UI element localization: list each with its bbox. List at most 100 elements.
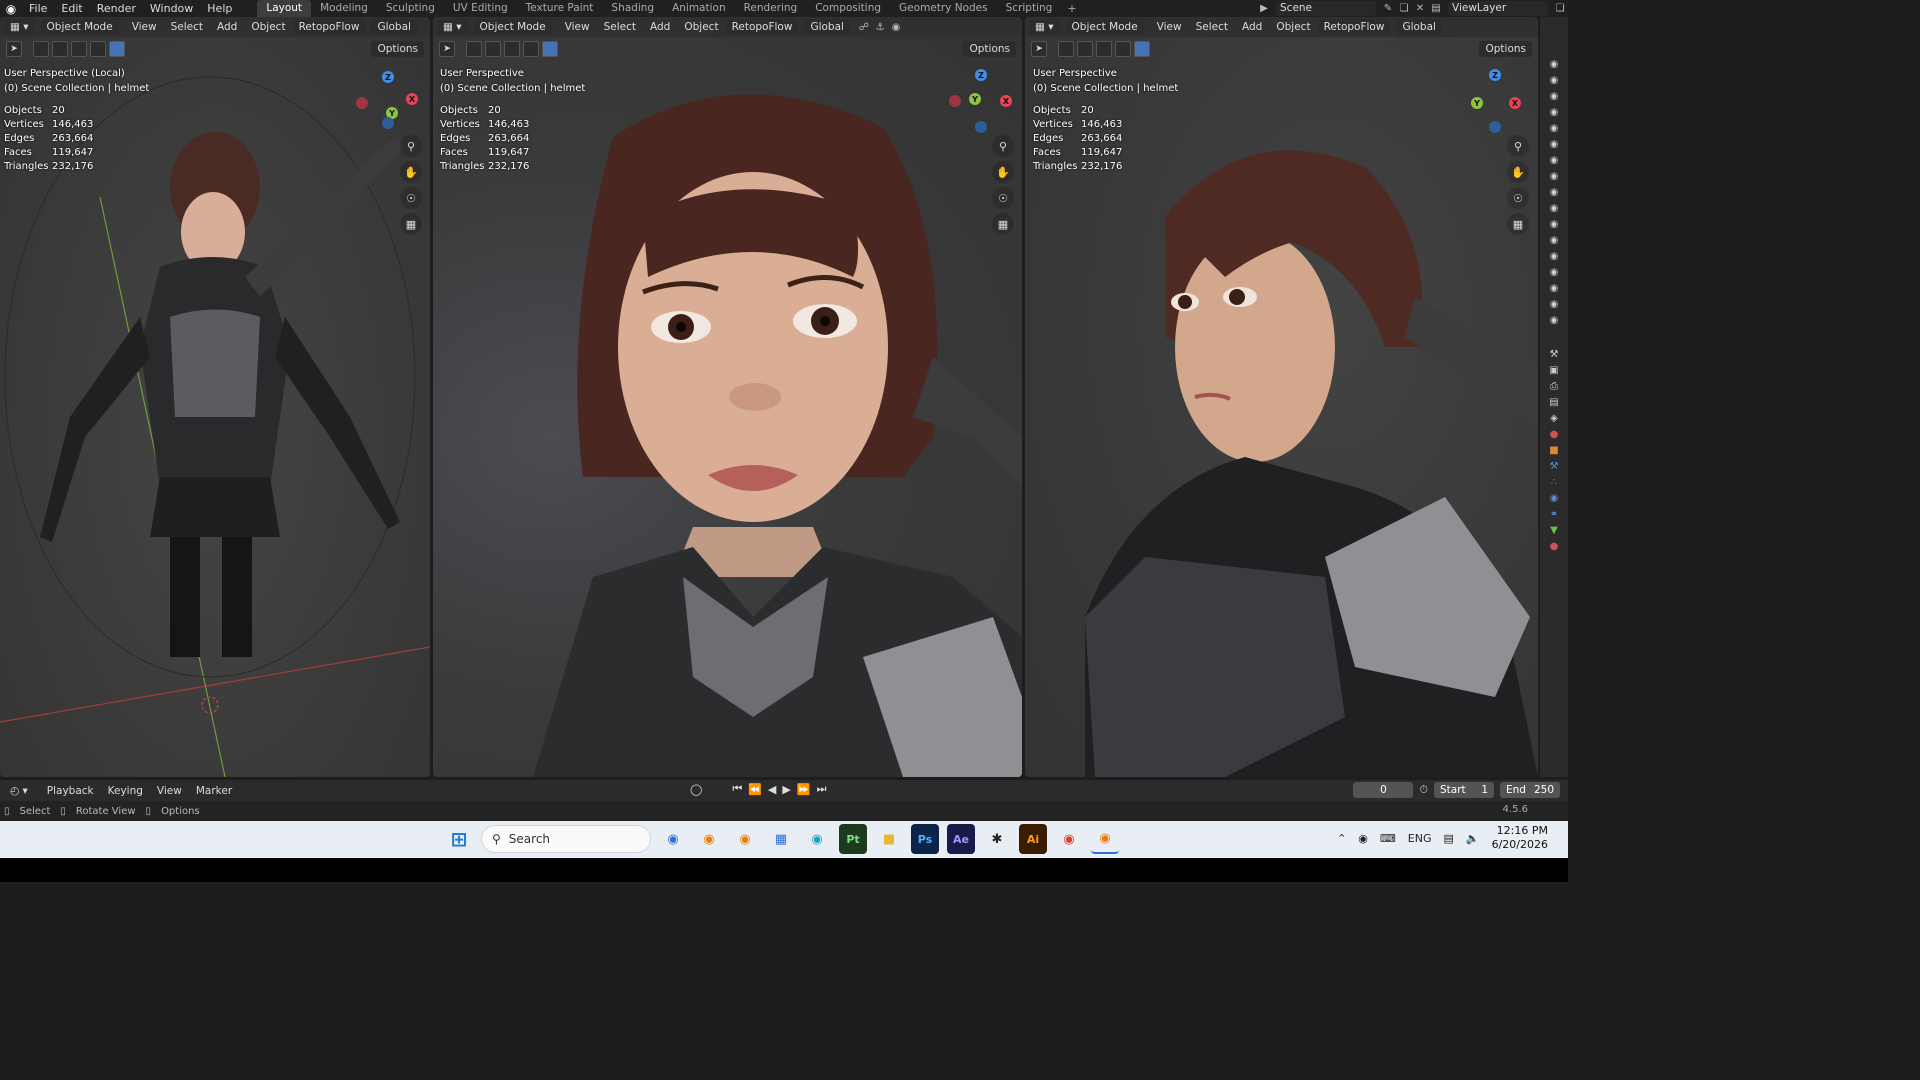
chrome-icon[interactable]: ◉ [1055,824,1083,854]
zoom-icon[interactable]: ⚲ [400,135,422,157]
camera-icon[interactable]: ◉ [1547,233,1561,247]
blender-logo-icon[interactable]: ◉ [0,0,22,17]
orientation-dropdown[interactable]: Global [804,19,850,35]
select-extend-icon[interactable] [485,40,501,57]
microsoft-store-icon[interactable]: ▦ [767,824,795,854]
menu-object[interactable]: Object [1276,21,1310,33]
menu-file[interactable]: File [22,0,54,17]
scene-field[interactable]: Scene [1276,1,1376,16]
menu-keying[interactable]: Keying [108,785,143,797]
tab-animation[interactable]: Animation [663,0,735,17]
pan-hand-icon[interactable]: ✋ [400,161,422,183]
gizmo-neg-x-icon[interactable] [949,95,961,107]
gizmo-x-icon[interactable]: X [1000,95,1012,107]
camera-icon[interactable]: ◉ [1547,121,1561,135]
camera-icon[interactable]: ◉ [1547,217,1561,231]
camera-icon[interactable]: ◉ [1547,185,1561,199]
menu-timeline-view[interactable]: View [157,785,182,797]
orientation-dropdown[interactable]: Global [1396,19,1442,35]
world-properties-icon[interactable]: ● [1547,427,1561,441]
camera-icon[interactable]: ◉ [1547,89,1561,103]
menu-render[interactable]: Render [90,0,143,17]
options-dropdown[interactable]: Options [963,41,1016,57]
menu-playback[interactable]: Playback [47,785,94,797]
gizmo-y-icon[interactable]: Y [969,93,981,105]
view-layer-properties-icon[interactable]: ▤ [1547,395,1561,409]
menu-object[interactable]: Object [251,21,285,33]
photoshop-icon[interactable]: Ps [911,824,939,854]
after-effects-icon[interactable]: Ae [947,824,975,854]
app-icon[interactable]: ◉ [659,824,687,854]
snap-icon[interactable]: ⚓ [872,20,888,35]
tab-texture-paint[interactable]: Texture Paint [517,0,603,17]
taskbar-search-input[interactable]: ⚲ Search [481,825,651,853]
menu-view[interactable]: View [132,21,157,33]
options-dropdown[interactable]: Options [1479,41,1532,57]
jump-end-icon[interactable]: ⏭ [817,782,827,796]
new-view-layer-icon[interactable]: ❏ [1552,1,1568,16]
navigation-gizmo[interactable]: Z X Y [1471,67,1531,133]
camera-icon[interactable]: ◉ [1547,265,1561,279]
select-subtract-icon[interactable] [1096,40,1112,57]
prev-keyframe-icon[interactable]: ⏪ [748,783,762,796]
gizmo-z-icon[interactable]: Z [382,71,394,83]
orientation-dropdown[interactable]: Global [371,19,417,35]
camera-icon[interactable]: ◉ [1547,281,1561,295]
menu-help[interactable]: Help [200,0,239,17]
gizmo-y-icon[interactable]: Y [1471,97,1483,109]
editor-type-dropdown[interactable]: ▦ ▾ [4,19,35,35]
editor-type-dropdown[interactable]: ◴ ▾ [4,782,34,799]
menu-view[interactable]: View [565,21,590,33]
tool-properties-icon[interactable]: ⚒ [1547,347,1561,361]
tab-modeling[interactable]: Modeling [311,0,377,17]
perspective-grid-icon[interactable]: ▦ [992,213,1014,235]
particle-properties-icon[interactable]: ∴ [1547,475,1561,489]
select-intersect-icon[interactable] [109,40,125,57]
navigation-gizmo[interactable]: Z X Y [949,67,1012,133]
jump-start-icon[interactable]: ⏮ [732,782,742,796]
gizmo-z-icon[interactable]: Z [1489,69,1501,81]
stopwatch-icon[interactable]: ⏱ [1419,783,1428,797]
proportional-edit-icon[interactable]: ◉ [888,20,904,35]
select-subtract-icon[interactable] [71,40,87,57]
tab-uv-editing[interactable]: UV Editing [444,0,517,17]
substance-painter-icon[interactable]: Pt [839,824,867,854]
menu-select[interactable]: Select [171,21,203,33]
menu-select[interactable]: Select [604,21,636,33]
windows-start-icon[interactable]: ⊞ [445,824,473,854]
end-frame-field[interactable]: End 250 [1500,782,1560,798]
material-properties-icon[interactable]: ● [1547,539,1561,553]
menu-object[interactable]: Object [684,21,718,33]
keyboard-icon[interactable]: ⌨ [1380,832,1396,845]
camera-view-icon[interactable]: ☉ [400,187,422,209]
illustrator-icon[interactable]: Ai [1019,824,1047,854]
gizmo-z-icon[interactable]: Z [975,69,987,81]
menu-window[interactable]: Window [143,0,200,17]
perspective-grid-icon[interactable]: ▦ [1507,213,1529,235]
chevron-up-icon[interactable]: ⌃ [1337,832,1346,845]
language-indicator[interactable]: ENG [1408,832,1432,845]
select-tool-icon[interactable]: ➤ [6,40,22,57]
pan-hand-icon[interactable]: ✋ [1507,161,1529,183]
perspective-grid-icon[interactable]: ▦ [400,213,422,235]
pin-icon[interactable]: ✎ [1380,1,1396,16]
zbrush-icon[interactable]: ✱ [983,824,1011,854]
select-extend-icon[interactable] [52,40,68,57]
camera-view-icon[interactable]: ☉ [1507,187,1529,209]
select-tool-icon[interactable]: ➤ [1031,40,1047,57]
edge-browser-icon[interactable]: ◉ [803,824,831,854]
play-icon[interactable]: ▶ [782,783,790,796]
view-layer-field[interactable]: ViewLayer [1448,1,1548,16]
modifier-properties-icon[interactable]: ⚒ [1547,459,1561,473]
menu-select[interactable]: Select [1196,21,1228,33]
menu-edit[interactable]: Edit [54,0,89,17]
volume-icon[interactable]: 🔈 [1466,832,1480,845]
gizmo-x-icon[interactable]: X [1509,97,1521,109]
menu-add[interactable]: Add [650,21,670,33]
render-properties-icon[interactable]: ▣ [1547,363,1561,377]
editor-type-dropdown[interactable]: ▦ ▾ [1029,19,1060,35]
gizmo-neg-z-icon[interactable] [382,117,394,129]
select-extend-icon[interactable] [1077,40,1093,57]
select-new-icon[interactable] [33,40,49,57]
tab-rendering[interactable]: Rendering [735,0,807,17]
